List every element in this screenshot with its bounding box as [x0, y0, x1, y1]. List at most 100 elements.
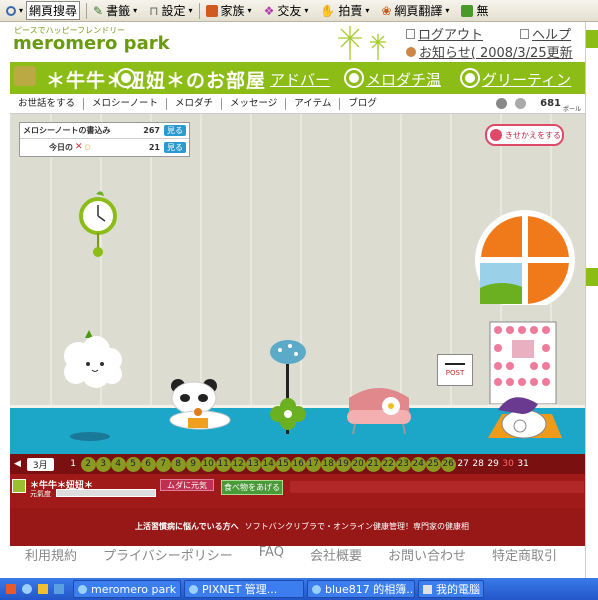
calendar-day[interactable]: 7 — [155, 456, 171, 472]
round-window[interactable] — [472, 210, 577, 305]
menu-care[interactable]: お世話をする — [10, 97, 85, 110]
calendar-day[interactable]: 16 — [290, 456, 306, 472]
footer-terms[interactable]: 利用規約 — [25, 545, 77, 564]
calendar-day[interactable]: 28 — [471, 457, 486, 472]
menu-blog[interactable]: ブログ — [340, 98, 385, 110]
calendar-day[interactable]: 25 — [425, 456, 441, 472]
app-icon[interactable] — [38, 584, 48, 594]
calendar-day[interactable]: 18 — [320, 456, 336, 472]
menu-message[interactable]: メッセージ — [222, 97, 287, 110]
task-pixnet[interactable]: PIXNET 管理... — [184, 580, 304, 598]
today-label: 今日の — [49, 142, 73, 152]
help-link[interactable]: ヘルプ — [520, 24, 571, 43]
settings-label: 設定 — [161, 4, 186, 18]
promo-banner[interactable]: 上活習慣病に悩んでいる方へ ソフトバンクリブラで・オンライン健康管理！専門家の健… — [135, 521, 469, 532]
mailbox[interactable]: POST — [437, 354, 473, 386]
announcement-link-3[interactable]: グリーティン — [482, 69, 574, 90]
windows-icon[interactable] — [6, 584, 16, 594]
calendar-day[interactable]: 4 — [110, 456, 126, 472]
prev-month-icon[interactable]: ◀ — [14, 459, 21, 469]
calendar-day[interactable]: 30 — [501, 457, 516, 472]
calendar-day[interactable]: 10 — [200, 456, 216, 472]
calendar-day[interactable]: 17 — [305, 456, 321, 472]
info-box: メロシーノートの書込み 267 見る 今日の ✕ ○ 21 見る — [19, 122, 190, 157]
sleeping-character[interactable] — [484, 386, 566, 444]
menu-melodachi[interactable]: メロダチ — [167, 97, 222, 110]
room-menu: お世話をする メロシーノート メロダチ メッセージ アイテム ブログ 681 ポ… — [10, 94, 585, 114]
calendar-day[interactable]: 20 — [350, 456, 366, 472]
calendar-day[interactable]: 23 — [395, 456, 411, 472]
task-mycomputer[interactable]: 我的電腦 — [418, 580, 484, 598]
task-blue817[interactable]: blue817 的相簿... — [307, 580, 415, 598]
friends-label: 交友 — [277, 4, 302, 18]
notice-icon — [406, 46, 416, 57]
calendar-day[interactable]: 26 — [440, 456, 456, 472]
message-area — [290, 481, 584, 493]
friends-button[interactable]: ❖ 交友 ▾ — [258, 0, 315, 21]
calendar-day[interactable]: 13 — [245, 456, 261, 472]
calendar-day[interactable]: 19 — [335, 456, 351, 472]
calendar-day[interactable]: 24 — [410, 456, 426, 472]
points-unit: ポール — [562, 106, 581, 113]
menu-melocy-note[interactable]: メロシーノート — [84, 97, 167, 110]
help-label: ヘルプ — [532, 28, 572, 43]
flower-sofa[interactable] — [343, 380, 415, 438]
calendar-day[interactable]: 11 — [215, 456, 231, 472]
announcement-link-1[interactable]: アドバー — [270, 69, 330, 90]
footer-company[interactable]: 会社概要 — [310, 545, 362, 564]
calendar-day[interactable]: 15 — [275, 456, 291, 472]
calendar-day[interactable]: 5 — [125, 456, 141, 472]
right-sidebar — [585, 22, 598, 578]
footer-privacy[interactable]: プライバシーポリシー — [103, 545, 233, 564]
family-button[interactable]: 家族 ▾ — [200, 0, 258, 21]
translate-icon: ❀ — [381, 3, 392, 18]
calendar-day[interactable]: 14 — [260, 456, 276, 472]
footer-faq[interactable]: FAQ — [259, 545, 284, 564]
energy-bar — [56, 489, 156, 497]
calendar-day[interactable]: 22 — [380, 456, 396, 472]
dropdown-icon: ▾ — [365, 6, 370, 15]
calendar-day[interactable]: 31 — [516, 457, 531, 472]
task-meromero[interactable]: meromero park ... — [73, 580, 181, 598]
site-logo[interactable]: meromero park — [13, 33, 170, 54]
feed-button[interactable]: 食べ物をあげる — [221, 480, 283, 495]
more-label: 無 — [476, 4, 489, 18]
ie-icon[interactable] — [22, 584, 32, 594]
calendar-day[interactable]: 3 — [95, 456, 111, 472]
calendar-day[interactable]: 1 — [66, 457, 81, 472]
points-value: 681 — [540, 98, 561, 109]
calendar-day[interactable]: 9 — [185, 456, 201, 472]
see-button[interactable]: 見る — [164, 141, 186, 153]
notice-link[interactable]: お知らせ( 2008/3/25更新 — [406, 42, 585, 61]
search-button[interactable]: ▾ 網頁搜尋 — [0, 0, 86, 21]
translate-label: 網頁翻譯 — [394, 4, 443, 18]
auction-label: 拍賣 — [338, 4, 363, 18]
announcement-link-2[interactable]: メロダチ温 — [366, 69, 441, 90]
footer-commerce[interactable]: 特定商取引 — [492, 545, 557, 564]
menu-item[interactable]: アイテム — [286, 97, 341, 110]
room-title: ＊牛牛＊妞妞＊のお部屋 — [46, 70, 267, 92]
computer-icon — [423, 584, 432, 594]
wall-clock[interactable] — [76, 190, 120, 260]
calendar-day[interactable]: 8 — [170, 456, 186, 472]
mushroom-lamp[interactable] — [266, 330, 314, 450]
calendar-day[interactable]: 27 — [456, 457, 471, 472]
sheep-character[interactable] — [58, 326, 128, 394]
logout-link[interactable]: ログアウト — [406, 24, 483, 43]
more-button[interactable]: 無 — [455, 0, 494, 21]
settings-button[interactable]: ⊓ 設定 ▾ — [143, 0, 198, 21]
translate-button[interactable]: ❀ 網頁翻譯 ▾ — [375, 0, 455, 21]
panda-character[interactable] — [166, 376, 238, 436]
calendar-day[interactable]: 2 — [80, 456, 96, 472]
calendar-day[interactable]: 29 — [486, 457, 501, 472]
see-button[interactable]: 見る — [164, 125, 186, 136]
calendar-day[interactable]: 21 — [365, 456, 381, 472]
bookmarks-button[interactable]: ✎ 書籤 ▾ — [87, 0, 143, 21]
calendar-day[interactable]: 6 — [140, 456, 156, 472]
app-icon[interactable] — [54, 584, 64, 594]
dropdown-icon: ▾ — [188, 6, 193, 15]
calendar-day[interactable]: 12 — [230, 456, 246, 472]
auction-button[interactable]: ✋ 拍賣 ▾ — [314, 0, 375, 21]
footer-contact[interactable]: お問い合わせ — [388, 545, 466, 564]
dressup-button[interactable]: きせかえをする — [485, 124, 564, 146]
